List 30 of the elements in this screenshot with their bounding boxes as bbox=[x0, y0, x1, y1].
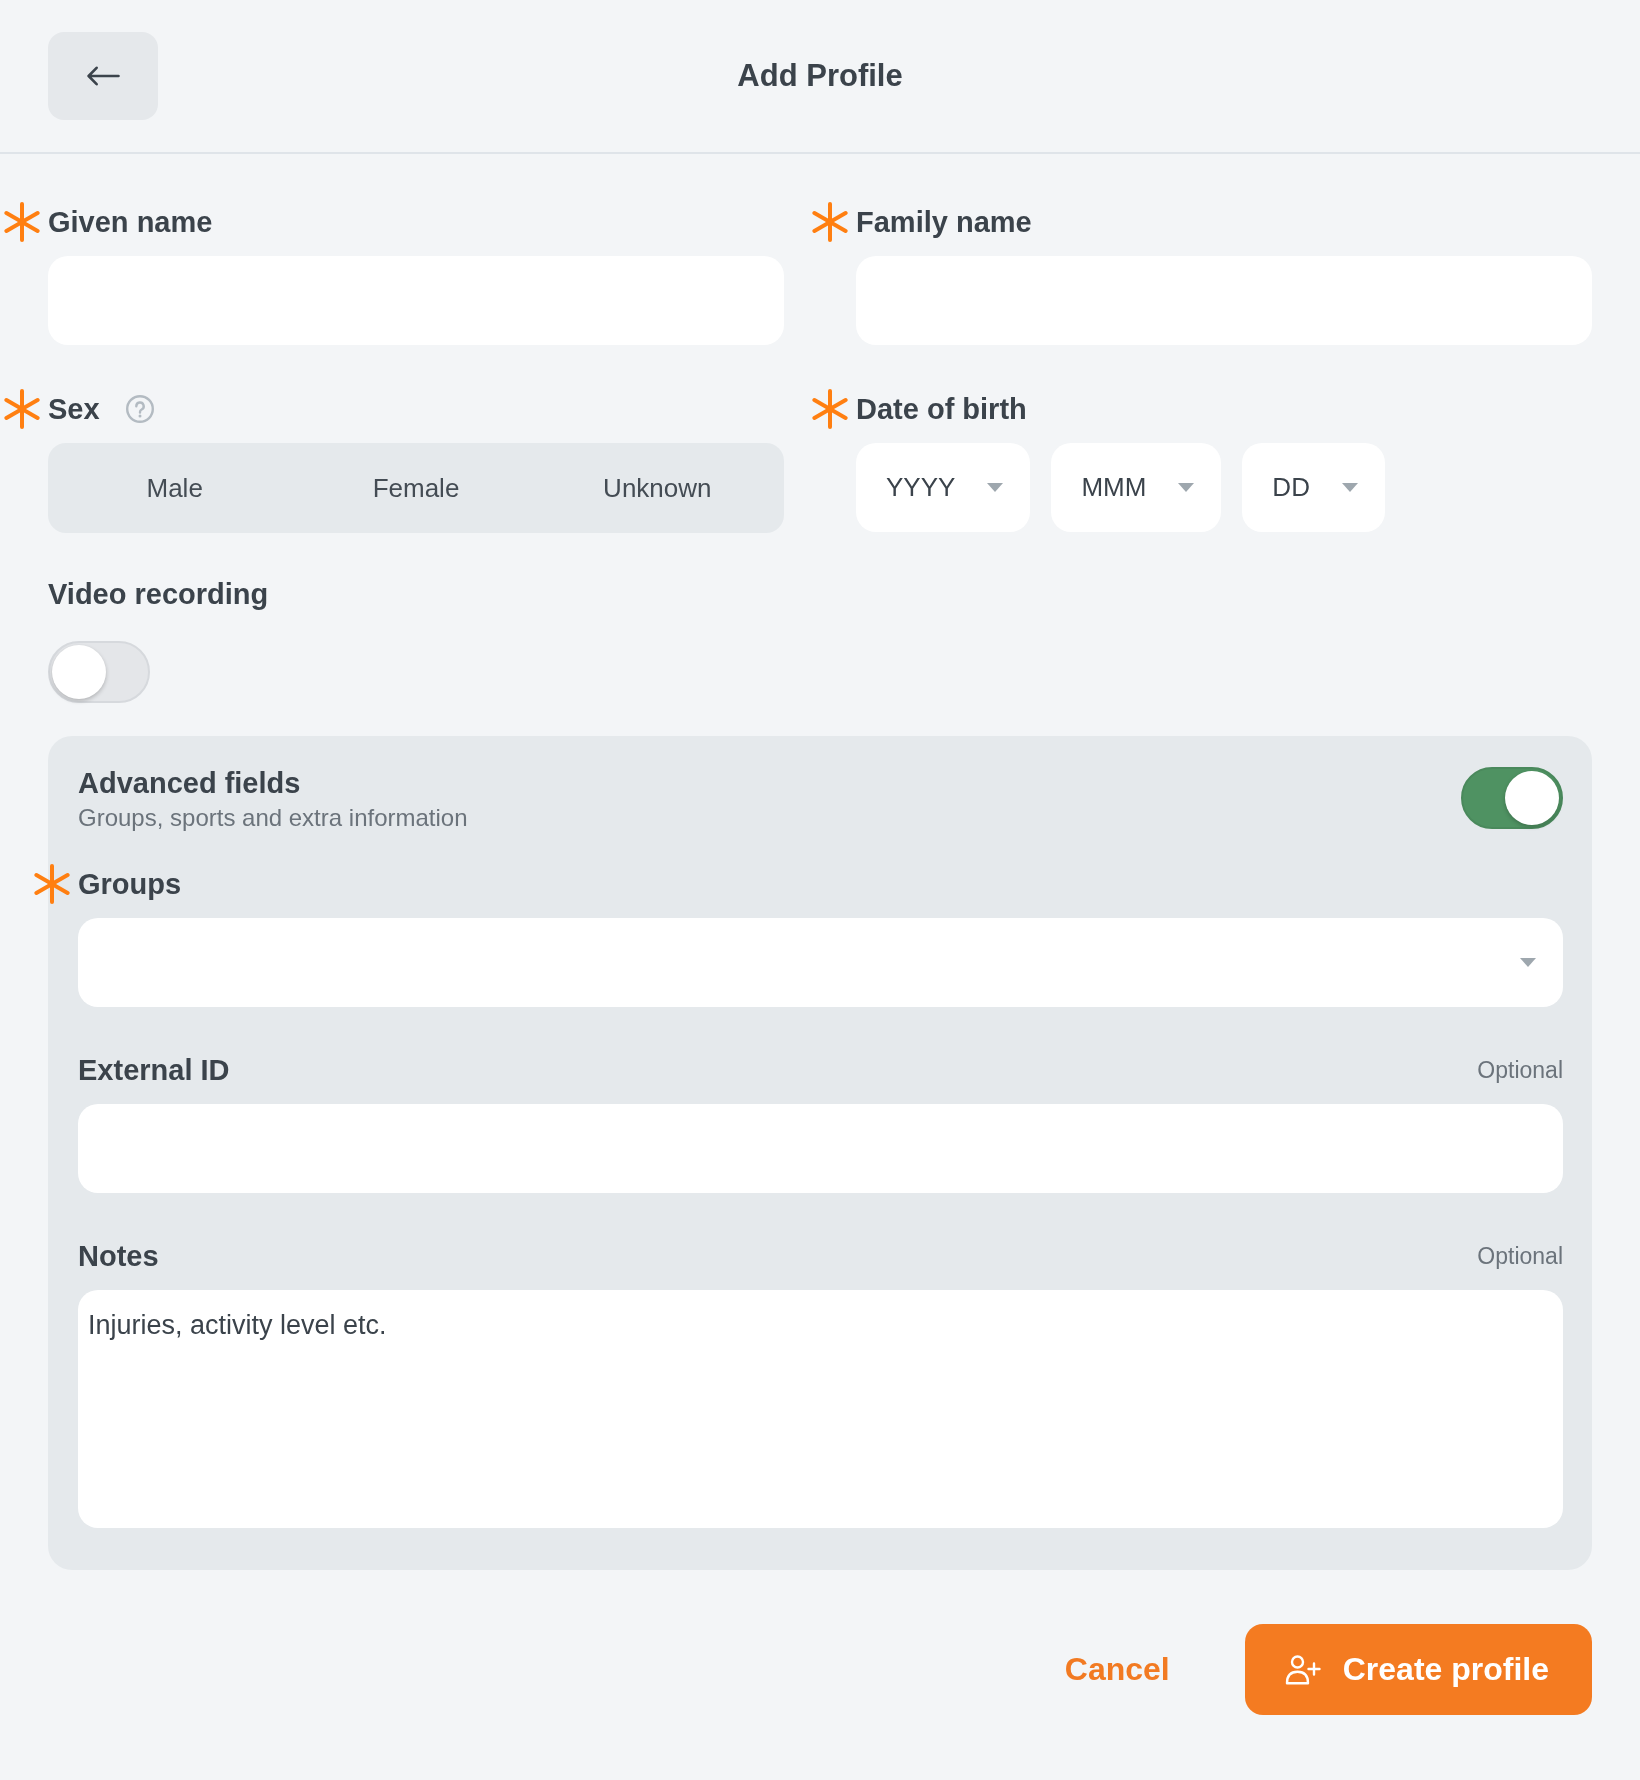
user-plus-icon bbox=[1284, 1654, 1321, 1685]
field-label: Family name bbox=[856, 205, 1032, 240]
back-arrow-icon bbox=[86, 66, 120, 86]
dropdown-select[interactable] bbox=[78, 918, 1563, 1007]
text-area-field[interactable]: Injuries, activity level etc. bbox=[78, 1290, 1563, 1528]
optional-note: Optional bbox=[1477, 1056, 1563, 1084]
section-subtitle: Groups, sports and extra information bbox=[78, 803, 468, 833]
caret-down-icon bbox=[1520, 958, 1536, 967]
segment-option[interactable]: Unknown bbox=[536, 449, 778, 527]
field-label: External ID bbox=[78, 1053, 230, 1088]
dropdown-select[interactable]: MMM bbox=[1051, 443, 1222, 532]
field-label: Date of birth bbox=[856, 392, 1027, 427]
caret-down-icon bbox=[1178, 483, 1195, 492]
field-label: Sex bbox=[48, 392, 100, 427]
page-title: Add Profile bbox=[736, 58, 904, 94]
field-label: Groups bbox=[78, 867, 182, 902]
dropdown-select[interactable]: DD bbox=[1242, 443, 1385, 532]
field-label: Given name bbox=[48, 205, 213, 240]
back-button[interactable] bbox=[48, 32, 158, 120]
caret-down-icon bbox=[987, 483, 1004, 492]
field-label: Notes bbox=[78, 1239, 159, 1274]
section-title: Advanced fields bbox=[78, 766, 301, 801]
segment-option[interactable]: Male bbox=[54, 449, 296, 527]
dropdown-select[interactable]: YYYY bbox=[856, 443, 1031, 532]
input-field[interactable] bbox=[78, 1104, 1563, 1193]
caret-down-icon bbox=[1341, 483, 1358, 492]
segment-option[interactable]: Female bbox=[295, 449, 537, 527]
field-label: Video recording bbox=[48, 577, 269, 612]
help-icon[interactable] bbox=[125, 395, 154, 423]
optional-note: Optional bbox=[1477, 1242, 1563, 1270]
